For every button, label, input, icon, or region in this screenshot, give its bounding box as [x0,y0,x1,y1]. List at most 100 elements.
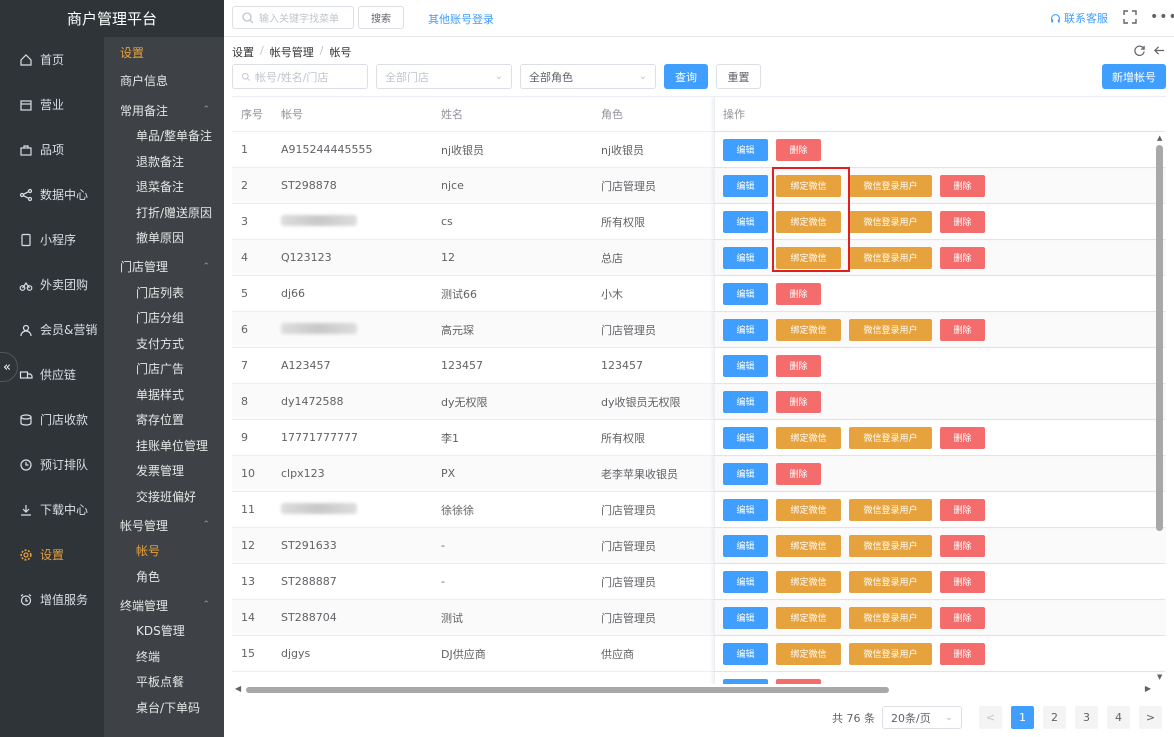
subnav-item[interactable]: KDS管理 [104,618,224,644]
wechat-login-users-button[interactable]: 微信登录用户 [849,318,932,341]
account-keyword-input[interactable]: 帐号/姓名/门店 [232,64,368,89]
breadcrumb-item[interactable]: 帐号管理 [270,44,314,60]
horizontal-scrollbar-thumb[interactable] [246,687,889,693]
nav-item-2[interactable]: 品项 [0,127,104,172]
subnav-shop-info[interactable]: 商户信息 [104,67,224,94]
nav-item-10[interactable]: 下载中心 [0,487,104,532]
bind-wechat-button[interactable]: 绑定微信 [776,606,841,629]
prev-page-button[interactable]: < [979,706,1002,729]
subnav-item[interactable]: 帐号 [104,538,224,564]
delete-button[interactable]: 删除 [776,390,821,413]
edit-button[interactable]: 编辑 [723,390,768,413]
reset-button[interactable]: 重置 [716,64,761,89]
add-account-button[interactable]: 新增帐号 [1102,64,1166,89]
support-link[interactable]: 联系客服 [1050,10,1108,26]
subnav-item[interactable]: 门店分组 [104,305,224,331]
subnav-item[interactable]: 交接班偏好 [104,484,224,510]
vertical-scrollbar[interactable]: ▲ ▼ [1154,131,1166,684]
delete-button[interactable]: 删除 [940,426,985,449]
delete-button[interactable]: 删除 [776,462,821,485]
back-arrow-icon[interactable] [1153,44,1166,57]
subnav-item[interactable]: 挂账单位管理 [104,433,224,459]
page-size-select[interactable]: 20条/页 ⌄ [882,706,962,729]
nav-item-9[interactable]: 预订排队 [0,442,104,487]
delete-button[interactable]: 删除 [940,498,985,521]
subnav-item[interactable]: 单品/整单备注 [104,123,224,149]
edit-button[interactable]: 编辑 [723,426,768,449]
wechat-login-users-button[interactable]: 微信登录用户 [849,210,932,233]
page-1-button[interactable]: 1 [1011,706,1034,729]
wechat-login-users-button[interactable]: 微信登录用户 [849,642,932,665]
subnav-group-0[interactable]: 常用备注 ⌃ [104,97,224,123]
other-account-login-link[interactable]: 其他账号登录 [428,11,494,27]
nav-item-12[interactable]: 增值服务 [0,577,104,622]
delete-button[interactable]: 删除 [940,318,985,341]
subnav-item[interactable]: 门店广告 [104,356,224,382]
edit-button[interactable]: 编辑 [723,462,768,485]
subnav-group-2[interactable]: 帐号管理 ⌃ [104,512,224,538]
nav-item-3[interactable]: 数据中心 [0,172,104,217]
menu-search-input[interactable]: 输入关键字找菜单 [232,6,354,29]
edit-button[interactable]: 编辑 [723,210,768,233]
page-2-button[interactable]: 2 [1043,706,1066,729]
subnav-item[interactable]: 退款备注 [104,149,224,175]
nav-item-5[interactable]: 外卖团购 [0,262,104,307]
subnav-item[interactable]: 平板点餐 [104,669,224,695]
edit-button[interactable]: 编辑 [723,534,768,557]
wechat-login-users-button[interactable]: 微信登录用户 [849,246,932,269]
subnav-item[interactable]: 打折/赠送原因 [104,200,224,226]
subnav-group-1[interactable]: 门店管理 ⌃ [104,254,224,280]
delete-button[interactable]: 删除 [776,138,821,161]
nav-item-1[interactable]: 营业 [0,82,104,127]
wechat-login-users-button[interactable]: 微信登录用户 [849,570,932,593]
subnav-item[interactable]: 退菜备注 [104,174,224,200]
edit-button[interactable]: 编辑 [723,282,768,305]
breadcrumb-item[interactable]: 设置 [232,44,254,60]
role-select[interactable]: 全部角色 ⌄ [520,64,656,89]
nav-item-4[interactable]: 小程序 [0,217,104,262]
bind-wechat-button[interactable]: 绑定微信 [776,534,841,557]
nav-item-11[interactable]: 设置 [0,532,104,577]
edit-button[interactable]: 编辑 [723,570,768,593]
wechat-login-users-button[interactable]: 微信登录用户 [849,606,932,629]
edit-button[interactable]: 编辑 [723,318,768,341]
wechat-login-users-button[interactable]: 微信登录用户 [849,426,932,449]
horizontal-scrollbar[interactable]: ◀ ▶ [232,684,1154,696]
edit-button[interactable]: 编辑 [723,606,768,629]
nav-item-0[interactable]: 首页 [0,37,104,82]
wechat-login-users-button[interactable]: 微信登录用户 [849,498,932,521]
delete-button[interactable]: 删除 [940,606,985,629]
delete-button[interactable]: 删除 [940,246,985,269]
delete-button[interactable]: 删除 [776,354,821,377]
nav-item-6[interactable]: 会员&营销 [0,307,104,352]
vertical-scrollbar-thumb[interactable] [1156,145,1163,531]
edit-button[interactable]: 编辑 [723,354,768,377]
subnav-item[interactable]: 单据样式 [104,382,224,408]
fullscreen-icon[interactable] [1122,9,1138,25]
subnav-item[interactable]: 终端 [104,644,224,670]
subnav-item[interactable]: 支付方式 [104,331,224,357]
bind-wechat-button[interactable]: 绑定微信 [776,426,841,449]
next-page-button[interactable]: > [1139,706,1162,729]
menu-search-button[interactable]: 搜索 [358,6,404,29]
edit-button[interactable]: 编辑 [723,642,768,665]
edit-button[interactable]: 编辑 [723,246,768,269]
wechat-login-users-button[interactable]: 微信登录用户 [849,174,932,197]
delete-button[interactable]: 删除 [940,570,985,593]
subnav-item[interactable]: 撤单原因 [104,225,224,251]
page-3-button[interactable]: 3 [1075,706,1098,729]
bind-wechat-button[interactable]: 绑定微信 [776,642,841,665]
subnav-item[interactable]: 门店列表 [104,280,224,306]
more-icon[interactable]: ••• [1150,9,1174,25]
page-4-button[interactable]: 4 [1107,706,1130,729]
edit-button[interactable]: 编辑 [723,498,768,521]
delete-button[interactable]: 删除 [940,534,985,557]
subnav-group-3[interactable]: 终端管理 ⌃ [104,592,224,618]
refresh-icon[interactable] [1133,44,1146,57]
subnav-item[interactable]: 寄存位置 [104,407,224,433]
bind-wechat-button[interactable]: 绑定微信 [776,318,841,341]
bind-wechat-button[interactable]: 绑定微信 [776,498,841,521]
query-button[interactable]: 查询 [664,64,708,89]
delete-button[interactable]: 删除 [940,174,985,197]
subnav-item[interactable]: 发票管理 [104,458,224,484]
